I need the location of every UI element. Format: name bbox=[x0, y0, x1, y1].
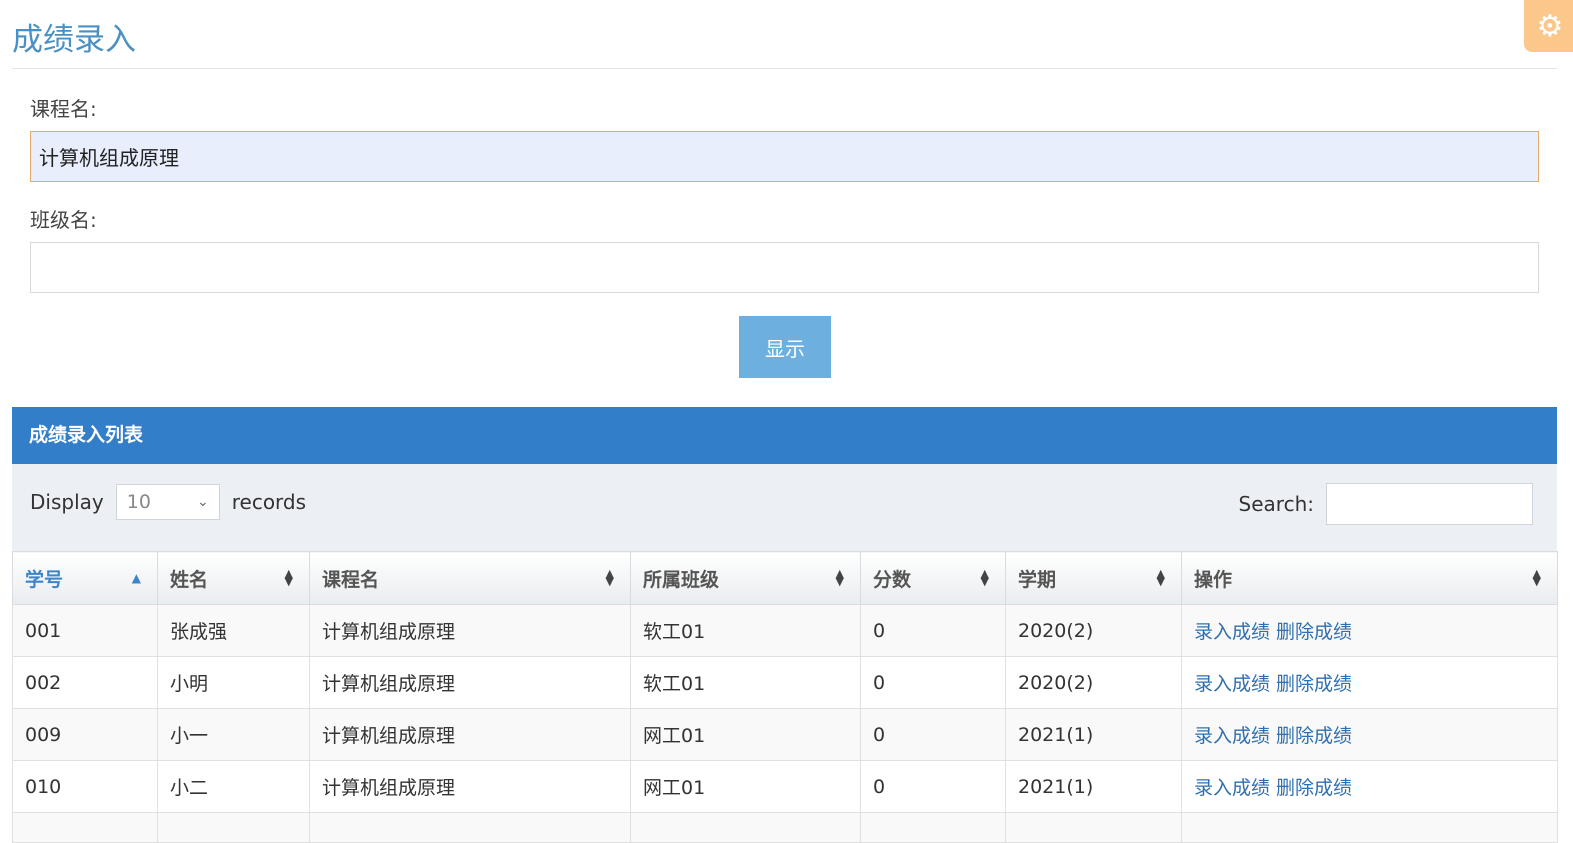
delete-score-link[interactable]: 删除成绩 bbox=[1276, 777, 1352, 799]
cell-course: 计算机组成原理 bbox=[309, 708, 631, 761]
cell-actions: 录入成绩 删除成绩 bbox=[1181, 656, 1558, 709]
course-label: 课程名: bbox=[30, 97, 97, 121]
delete-score-link[interactable]: 删除成绩 bbox=[1276, 725, 1352, 747]
cell-course: 计算机组成原理 bbox=[309, 656, 631, 709]
search-input[interactable] bbox=[1326, 483, 1533, 525]
course-input[interactable] bbox=[30, 131, 1539, 182]
search-control: Search: bbox=[1239, 483, 1533, 525]
cell-course: 计算机组成原理 bbox=[309, 604, 631, 657]
table-row: 009 小一 计算机组成原理 网工01 0 2021(1) 录入成绩 删除成绩 bbox=[12, 708, 1558, 761]
sort-icon: ▲ ▼ bbox=[284, 567, 293, 588]
cell-actions: 录入成绩 删除成绩 bbox=[1181, 604, 1558, 657]
cell-class: 网工01 bbox=[630, 760, 861, 813]
delete-score-link[interactable]: 删除成绩 bbox=[1276, 621, 1352, 643]
records-label: records bbox=[231, 490, 307, 514]
page-title: 成绩录入 bbox=[12, 22, 136, 58]
table-row: 001 张成强 计算机组成原理 软工01 0 2020(2) 录入成绩 删除成绩 bbox=[12, 604, 1558, 657]
cell-student-id: 002 bbox=[12, 656, 158, 709]
cell-name: 小二 bbox=[157, 760, 310, 813]
table-row: 002 小明 计算机组成原理 软工01 0 2020(2) 录入成绩 删除成绩 bbox=[12, 656, 1558, 709]
cell-term: 2020(2) bbox=[1005, 656, 1182, 709]
settings-button[interactable]: ⚙ bbox=[1524, 0, 1573, 52]
enter-score-link[interactable]: 录入成绩 bbox=[1194, 673, 1270, 695]
cell-score: 0 bbox=[860, 604, 1006, 657]
page-size-select[interactable]: 10 ⌄ bbox=[115, 484, 220, 520]
cell-class: 软工01 bbox=[630, 656, 861, 709]
column-header-name[interactable]: 姓名 ▲ ▼ bbox=[157, 551, 310, 605]
display-label: Display bbox=[30, 490, 104, 514]
enter-score-link[interactable]: 录入成绩 bbox=[1194, 621, 1270, 643]
sort-icon: ▲ ▼ bbox=[1532, 567, 1541, 588]
cell-term: 2020(2) bbox=[1005, 604, 1182, 657]
table-header-row: 学号 ▲ 姓名 ▲ ▼ 课程名 ▲ ▼ 所属班级 ▲ ▼ 分数 ▲ ▼ 学期 ▲ ▼ bbox=[12, 551, 1558, 605]
cell-class: 软工01 bbox=[630, 604, 861, 657]
cell-score: 0 bbox=[860, 760, 1006, 813]
column-header-score[interactable]: 分数 ▲ ▼ bbox=[860, 551, 1006, 605]
cell-actions: 录入成绩 删除成绩 bbox=[1181, 760, 1558, 813]
cell-score: 0 bbox=[860, 708, 1006, 761]
enter-score-link[interactable]: 录入成绩 bbox=[1194, 725, 1270, 747]
column-header-term[interactable]: 学期 ▲ ▼ bbox=[1005, 551, 1182, 605]
sort-icon: ▲ ▼ bbox=[1156, 567, 1165, 588]
score-table: 学号 ▲ 姓名 ▲ ▼ 课程名 ▲ ▼ 所属班级 ▲ ▼ 分数 ▲ ▼ 学期 ▲ ▼ bbox=[12, 551, 1558, 843]
cell-term: 2021(1) bbox=[1005, 760, 1182, 813]
cell-student-id: 009 bbox=[12, 708, 158, 761]
table-row: 010 小二 计算机组成原理 网工01 0 2021(1) 录入成绩 删除成绩 bbox=[12, 760, 1558, 813]
delete-score-link[interactable]: 删除成绩 bbox=[1276, 673, 1352, 695]
table-row bbox=[12, 812, 1558, 843]
column-header-course[interactable]: 课程名 ▲ ▼ bbox=[309, 551, 631, 605]
class-label: 班级名: bbox=[30, 208, 97, 232]
cell-term: 2021(1) bbox=[1005, 708, 1182, 761]
cell-name: 小明 bbox=[157, 656, 310, 709]
cell-name: 小一 bbox=[157, 708, 310, 761]
page-length-control: Display 10 ⌄ records bbox=[30, 484, 306, 520]
cell-course: 计算机组成原理 bbox=[309, 760, 631, 813]
cell-name: 张成强 bbox=[157, 604, 310, 657]
column-header-actions[interactable]: 操作 ▲ ▼ bbox=[1181, 551, 1558, 605]
sort-icon: ▲ ▼ bbox=[980, 567, 989, 588]
panel-title: 成绩录入列表 bbox=[12, 407, 1557, 464]
sort-asc-icon: ▲ bbox=[131, 571, 141, 585]
sort-icon: ▲ ▼ bbox=[605, 567, 614, 588]
enter-score-link[interactable]: 录入成绩 bbox=[1194, 777, 1270, 799]
search-label: Search: bbox=[1238, 492, 1314, 516]
column-header-class[interactable]: 所属班级 ▲ ▼ bbox=[630, 551, 861, 605]
cell-class: 网工01 bbox=[630, 708, 861, 761]
cell-score: 0 bbox=[860, 656, 1006, 709]
title-divider bbox=[12, 68, 1557, 69]
class-input[interactable] bbox=[30, 242, 1539, 293]
chevron-down-icon: ⌄ bbox=[197, 494, 209, 510]
gear-icon: ⚙ bbox=[1536, 8, 1564, 44]
column-header-student-id[interactable]: 学号 ▲ bbox=[12, 551, 158, 605]
show-button[interactable]: 显示 bbox=[739, 316, 831, 378]
page-size-value: 10 bbox=[126, 491, 151, 513]
sort-icon: ▲ ▼ bbox=[835, 567, 844, 588]
cell-student-id: 010 bbox=[12, 760, 158, 813]
cell-actions: 录入成绩 删除成绩 bbox=[1181, 708, 1558, 761]
cell-student-id: 001 bbox=[12, 604, 158, 657]
